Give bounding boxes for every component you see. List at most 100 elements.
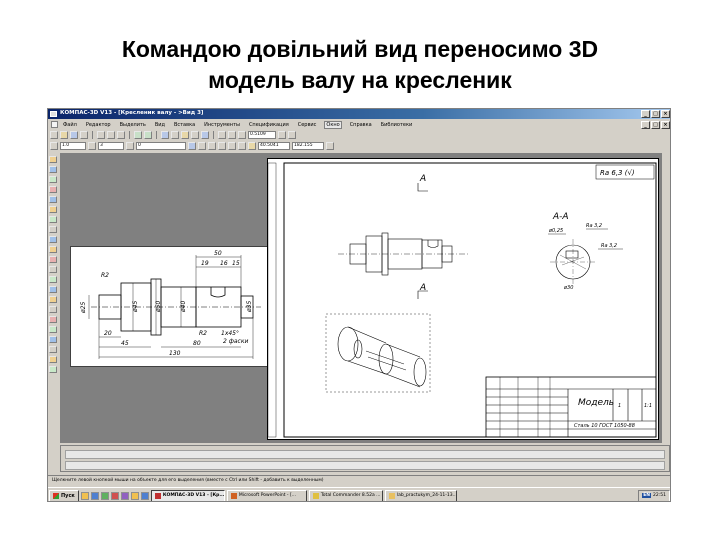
print-icon[interactable] <box>80 131 88 139</box>
quicklaunch-explorer-icon[interactable] <box>130 491 139 500</box>
hatch-icon[interactable] <box>49 316 57 323</box>
task-kompas[interactable]: КОМПАС-3D V13 - [Кр... <box>150 489 225 501</box>
style-combo[interactable]: 0 <box>136 142 186 150</box>
undo-icon[interactable] <box>134 131 142 139</box>
arc-icon[interactable] <box>49 296 57 303</box>
properties-field[interactable] <box>65 450 665 459</box>
parametrization-icon[interactable] <box>49 196 57 203</box>
menu-specification[interactable]: Спецификация <box>248 122 290 128</box>
insert-icon[interactable] <box>49 256 57 263</box>
minimize-button[interactable]: _ <box>641 110 650 118</box>
y-coordinate-field[interactable]: 182.155 <box>292 142 324 150</box>
drawing-workspace[interactable]: ø25 ø45 ø50 ø40 ø35 R2 R2 1x45° 2 фаски … <box>60 153 662 443</box>
quicklaunch-browser-icon[interactable] <box>90 491 99 500</box>
view-icon[interactable] <box>49 346 57 353</box>
state-icon[interactable] <box>50 142 58 150</box>
menu-editor[interactable]: Редактор <box>85 122 112 128</box>
dimensions-icon[interactable] <box>49 166 57 173</box>
task-powerpoint[interactable]: Microsoft PowerPoint - [... <box>226 489 307 501</box>
parametric-icon[interactable] <box>238 142 246 150</box>
quicklaunch-mail-icon[interactable] <box>140 491 149 500</box>
variables-icon[interactable] <box>191 131 199 139</box>
library-icon[interactable] <box>181 131 189 139</box>
quicklaunch-desktop-icon[interactable] <box>100 491 109 500</box>
menu-libraries[interactable]: Библиотеки <box>380 122 414 128</box>
redo-icon[interactable] <box>144 131 152 139</box>
document-system-icon[interactable] <box>51 121 58 128</box>
task-lab-folder[interactable]: lab_practukym_24-11-13... <box>384 489 457 501</box>
pan-icon[interactable] <box>278 131 286 139</box>
line-icon[interactable] <box>49 276 57 283</box>
menu-service[interactable]: Сервис <box>297 122 318 128</box>
current-state-toolbar: 1.0 3 0 40.5041 182.155 <box>48 141 670 151</box>
designations-icon[interactable] <box>49 176 57 183</box>
circle-icon[interactable] <box>49 286 57 293</box>
layer-icon[interactable] <box>88 142 96 150</box>
close-button[interactable]: × <box>661 110 670 118</box>
new-document-icon[interactable] <box>50 131 58 139</box>
menu-insert[interactable]: Вставка <box>173 122 196 128</box>
x-coordinate-field[interactable]: 40.5041 <box>258 142 290 150</box>
zoom-combo[interactable]: 0.5109 <box>248 131 276 139</box>
doc-close-button[interactable]: × <box>661 121 670 129</box>
geometry-icon[interactable] <box>49 156 57 163</box>
spec-icon[interactable] <box>49 236 57 243</box>
drawing-sheet[interactable]: А А А-А Ra 6,3 (√) Ra 3,2 Ra 3,2 ø30 ø0,… <box>267 158 659 440</box>
coordinate-lock-icon[interactable] <box>326 142 334 150</box>
maximize-button[interactable]: □ <box>651 110 660 118</box>
table-icon[interactable] <box>49 336 57 343</box>
associative-views-icon[interactable] <box>49 226 57 233</box>
zoom-out-icon[interactable] <box>228 131 236 139</box>
reports-icon[interactable] <box>49 246 57 253</box>
start-button[interactable]: Пуск <box>49 489 79 501</box>
menu-window[interactable]: Окно <box>324 120 342 129</box>
layer-combo[interactable]: 3 <box>98 142 124 150</box>
menu-select[interactable]: Выделить <box>119 122 147 128</box>
grid-icon[interactable] <box>198 142 206 150</box>
quicklaunch-folder-icon[interactable] <box>80 491 89 500</box>
copy-icon[interactable] <box>107 131 115 139</box>
point-icon[interactable] <box>49 306 57 313</box>
macro-icon[interactable] <box>49 266 57 273</box>
select-icon[interactable] <box>49 216 57 223</box>
quicklaunch-app-icon[interactable] <box>110 491 119 500</box>
shaft-fragment-view[interactable]: ø25 ø45 ø50 ø40 ø35 R2 R2 1x45° 2 фаски … <box>70 246 269 367</box>
cut-icon[interactable] <box>97 131 105 139</box>
language-indicator[interactable]: EN <box>642 493 652 498</box>
save-icon[interactable] <box>70 131 78 139</box>
quicklaunch-media-icon[interactable] <box>120 491 129 500</box>
task-total-commander[interactable]: Total Commander 8.52a ... <box>308 489 383 501</box>
zoom-window-icon[interactable] <box>238 131 246 139</box>
menu-tools[interactable]: Инструменты <box>203 122 241 128</box>
edit-icon[interactable] <box>49 186 57 193</box>
toolbar-separator <box>129 131 130 139</box>
vertical-scrollbar[interactable] <box>661 153 670 443</box>
round-icon[interactable] <box>228 142 236 150</box>
section-icon[interactable] <box>49 356 57 363</box>
manager-icon[interactable] <box>171 131 179 139</box>
menu-file[interactable]: Файл <box>62 122 78 128</box>
aux-line-icon[interactable] <box>49 366 57 373</box>
doc-restore-button[interactable]: □ <box>651 121 660 129</box>
snap-icon[interactable] <box>188 142 196 150</box>
zoom-in-icon[interactable] <box>218 131 226 139</box>
measure-icon[interactable] <box>49 206 57 213</box>
status-bar: Щелкните левой кнопкой мыши на объекте д… <box>48 475 670 485</box>
open-folder-icon[interactable] <box>60 131 68 139</box>
text-icon[interactable] <box>49 326 57 333</box>
paste-icon[interactable] <box>117 131 125 139</box>
menu-view[interactable]: Вид <box>154 122 166 128</box>
ortho-icon[interactable] <box>208 142 216 150</box>
refresh-icon[interactable] <box>288 131 296 139</box>
cursor-icon[interactable] <box>248 142 256 150</box>
local-cs-icon[interactable] <box>218 142 226 150</box>
doc-minimize-button[interactable]: _ <box>641 121 650 129</box>
app-icon <box>50 111 57 117</box>
properties-field-2[interactable] <box>65 461 665 470</box>
system-tray: EN 22:51 <box>638 489 670 501</box>
help-icon[interactable] <box>201 131 209 139</box>
style-icon[interactable] <box>126 142 134 150</box>
scale-combo[interactable]: 1.0 <box>60 142 86 150</box>
properties-icon[interactable] <box>161 131 169 139</box>
menu-help[interactable]: Справка <box>349 122 373 128</box>
